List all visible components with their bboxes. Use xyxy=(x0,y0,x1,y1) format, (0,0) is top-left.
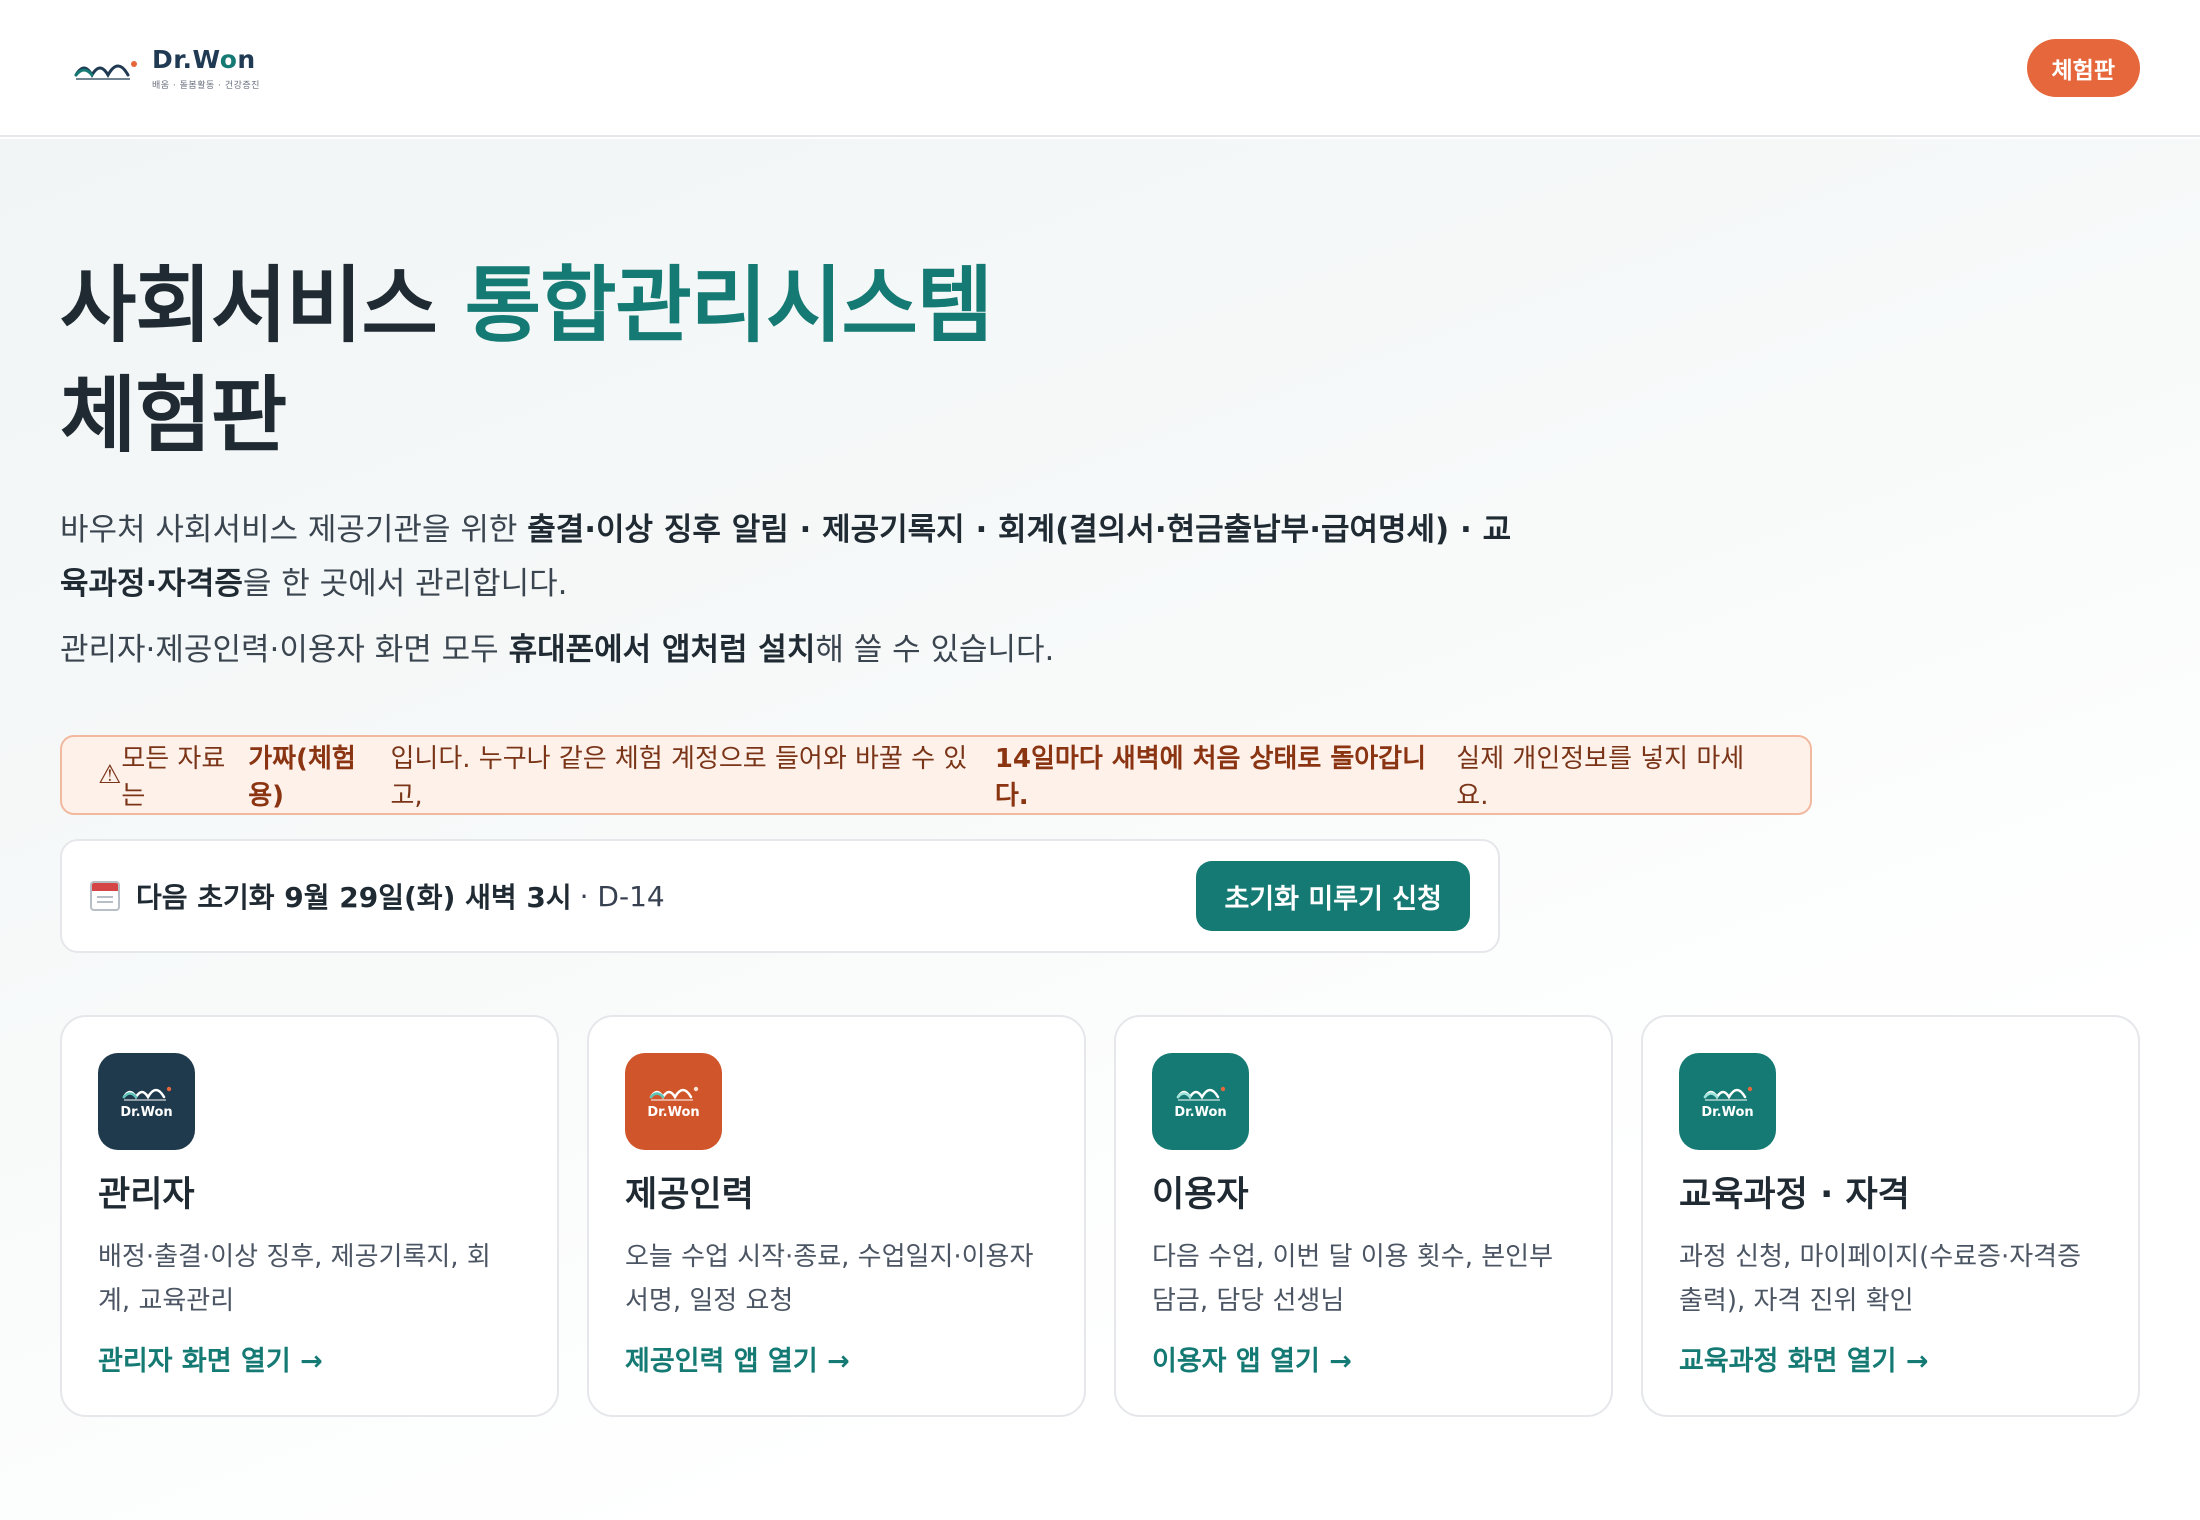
reset-schedule-card: 다음 초기화 9월 29일(화) 새벽 3시 · D-14 초기화 미루기 신청 xyxy=(60,839,1500,953)
open-education-link[interactable]: 교육과정 화면 열기 → xyxy=(1679,1339,1929,1378)
logo-tagline: 배움 · 돌봄활동 · 건강증진 xyxy=(152,80,260,91)
open-user-link[interactable]: 이용자 앱 열기 → xyxy=(1152,1339,1352,1378)
card-title: 교육과정 · 자격 xyxy=(1679,1175,1910,1215)
card-description: 과정 신청, 마이페이지(수료증·자격증 출력), 자격 진위 확인 xyxy=(1679,1242,2082,1316)
role-cards: Dr.Won 관리자 배정·출결·이상 징후, 제공기록지, 회계, 교육관리 … xyxy=(60,1015,2140,1417)
card-description: 오늘 수업 시작·종료, 수업일지·이용자 서명, 일정 요청 xyxy=(625,1242,1034,1316)
demo-warning-banner: ⚠ 모든 자료는 가짜(체험용) 입니다. 누구나 같은 체험 계정으로 들어와 … xyxy=(60,735,1812,815)
intro-description: 바우처 사회서비스 제공기관을 위한 출결·이상 징후 알림 · 제공기록지 ·… xyxy=(60,512,1512,602)
main-content: 사회서비스 통합관리시스템 체험판 바우처 사회서비스 제공기관을 위한 출결·… xyxy=(0,139,2200,1520)
logo-wave-icon xyxy=(74,60,137,80)
card-education[interactable]: Dr.Won 교육과정 · 자격 과정 신청, 마이페이지(수료증·자격증 출력… xyxy=(1641,1015,2140,1417)
card-title: 제공인력 xyxy=(625,1175,754,1215)
provider-app-icon: Dr.Won xyxy=(625,1053,722,1150)
install-description: 관리자·제공인력·이용자 화면 모두 휴대폰에서 앱처럼 설치해 쓸 수 있습니… xyxy=(60,632,1055,668)
admin-app-icon: Dr.Won xyxy=(98,1053,195,1150)
card-title: 이용자 xyxy=(1152,1175,1249,1215)
calendar-icon xyxy=(90,881,120,911)
card-user[interactable]: Dr.Won 이용자 다음 수업, 이번 달 이용 횟수, 본인부담금, 담당 … xyxy=(1114,1015,1613,1417)
postpone-reset-button[interactable]: 초기화 미루기 신청 xyxy=(1196,861,1470,931)
open-provider-link[interactable]: 제공인력 앱 열기 → xyxy=(625,1339,850,1378)
logo-name: Dr.Won xyxy=(152,44,256,74)
brand-logo[interactable]: Dr.Won 배움 · 돌봄활동 · 건강증진 xyxy=(74,45,260,91)
reset-dday: · D-14 xyxy=(579,879,665,913)
user-app-icon: Dr.Won xyxy=(1152,1053,1249,1150)
top-bar: Dr.Won 배움 · 돌봄활동 · 건강증진 체험판 xyxy=(0,0,2200,137)
warning-icon: ⚠ xyxy=(98,760,122,790)
page-title: 사회서비스 통합관리시스템 체험판 xyxy=(60,257,993,464)
card-description: 다음 수업, 이번 달 이용 횟수, 본인부담금, 담당 선생님 xyxy=(1152,1242,1553,1316)
open-admin-link[interactable]: 관리자 화면 열기 → xyxy=(98,1339,323,1378)
card-title: 관리자 xyxy=(98,1175,195,1215)
card-description: 배정·출결·이상 징후, 제공기록지, 회계, 교육관리 xyxy=(98,1242,491,1316)
card-admin[interactable]: Dr.Won 관리자 배정·출결·이상 징후, 제공기록지, 회계, 교육관리 … xyxy=(60,1015,559,1417)
demo-badge[interactable]: 체험판 xyxy=(2026,38,2140,97)
reset-schedule-label: 다음 초기화 9월 29일(화) 새벽 3시 xyxy=(136,881,572,914)
card-provider[interactable]: Dr.Won 제공인력 오늘 수업 시작·종료, 수업일지·이용자 서명, 일정… xyxy=(587,1015,1086,1417)
education-app-icon: Dr.Won xyxy=(1679,1053,1776,1150)
